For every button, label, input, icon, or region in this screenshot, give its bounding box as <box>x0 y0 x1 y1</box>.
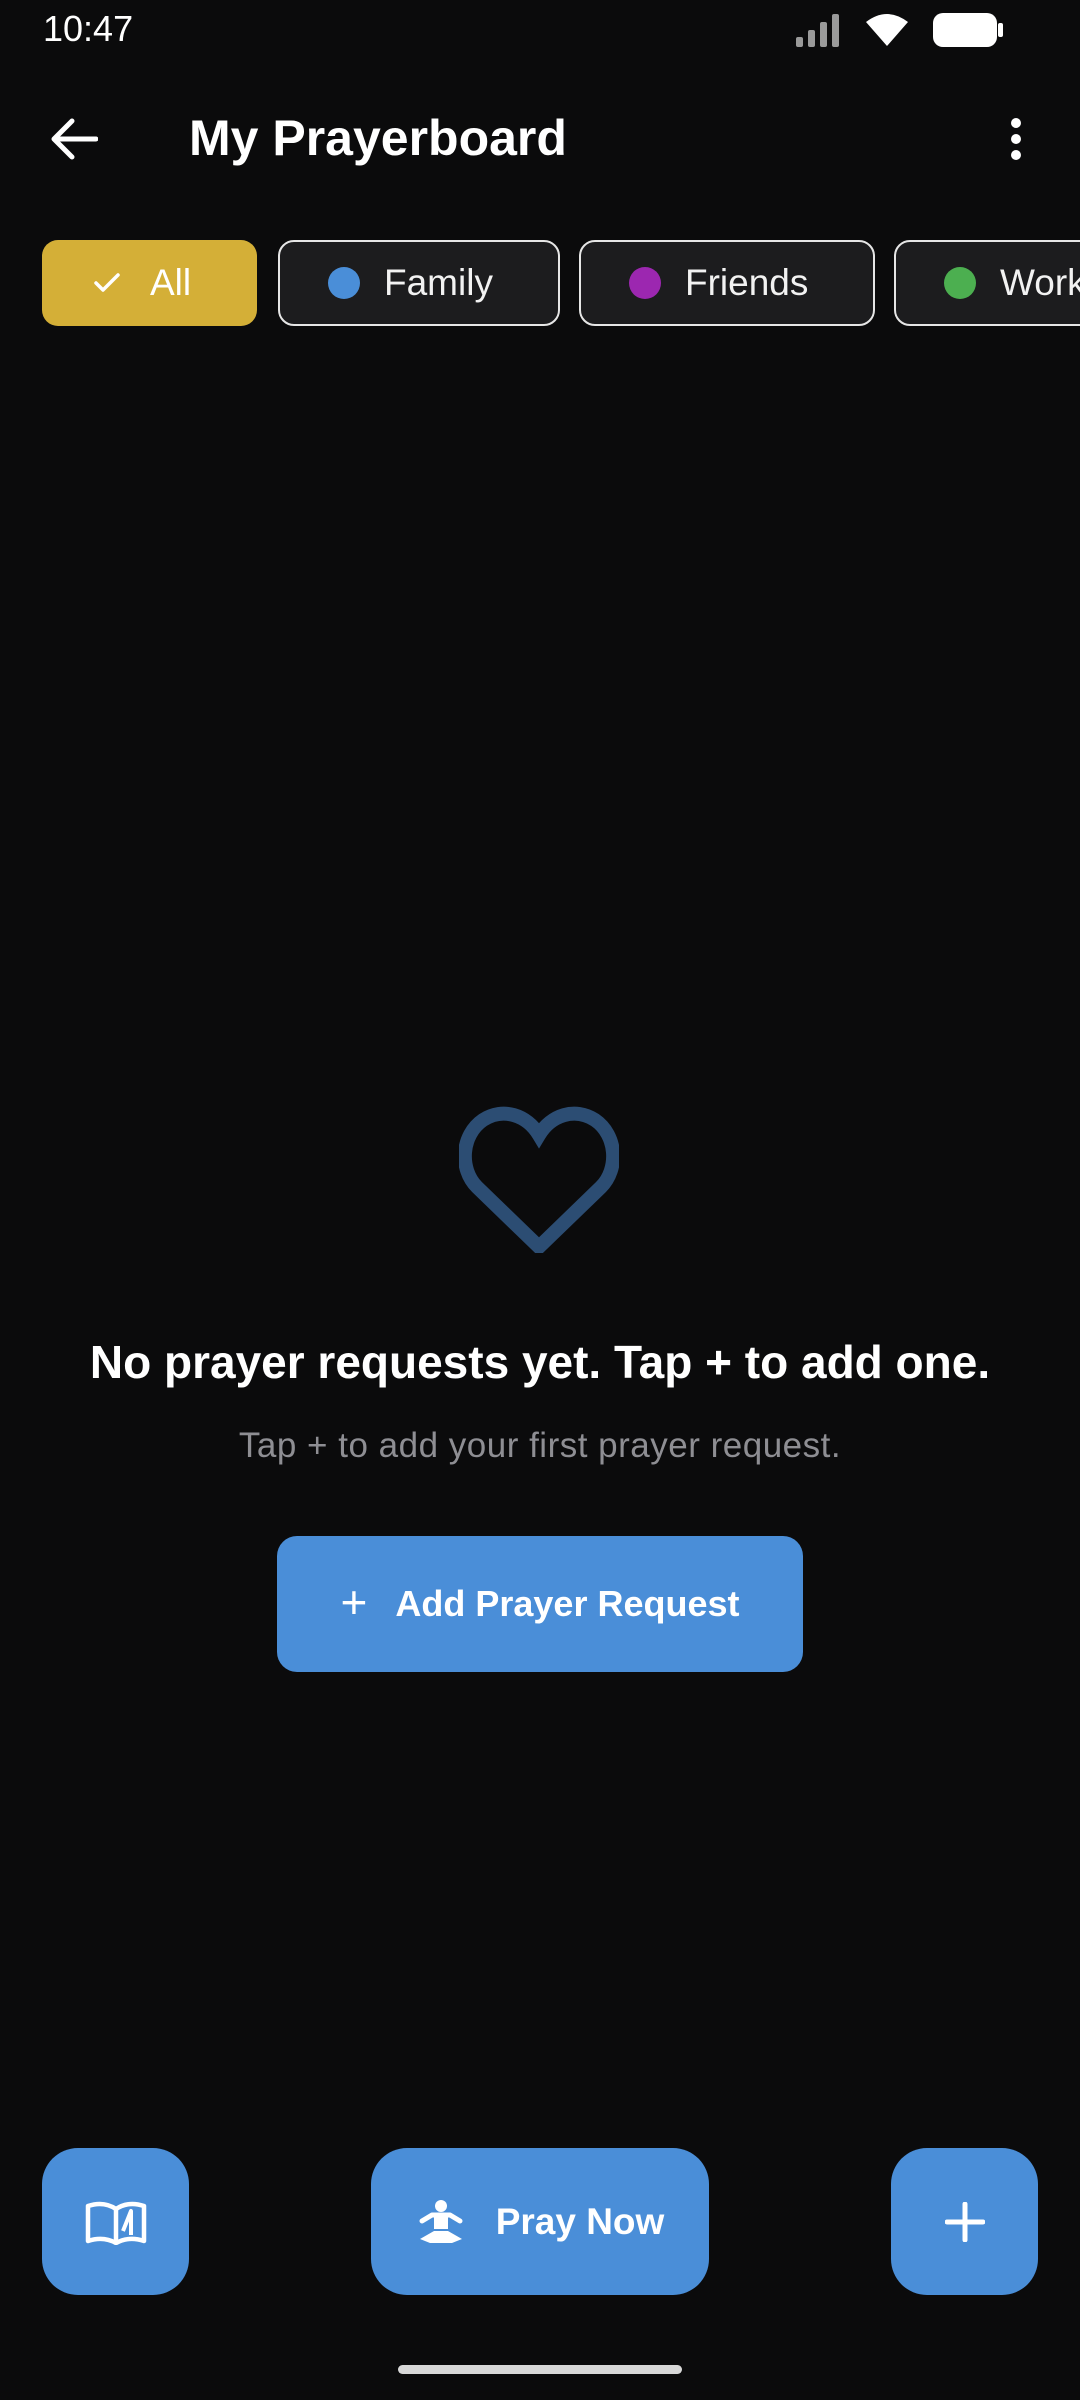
color-dot <box>944 267 976 299</box>
add-button[interactable] <box>891 2148 1038 2295</box>
wifi-icon <box>866 14 908 46</box>
status-icons <box>794 12 1004 48</box>
empty-state-subtitle: Tap + to add your first prayer request. <box>238 1426 842 1465</box>
filter-chips: All Family Friends Work <box>42 240 1080 328</box>
more-options-button[interactable] <box>992 105 1040 173</box>
plus-icon: + <box>340 1576 368 1628</box>
heart-outline-icon <box>459 1106 619 1253</box>
chip-friends[interactable]: Friends <box>579 240 875 326</box>
color-dot <box>328 267 360 299</box>
color-dot <box>629 267 661 299</box>
chip-all[interactable]: All <box>42 240 257 326</box>
bible-button[interactable] <box>42 2148 189 2295</box>
check-icon <box>94 273 120 292</box>
add-prayer-request-button[interactable]: + Add Prayer Request <box>277 1536 803 1672</box>
more-vertical-icon <box>1011 118 1021 160</box>
open-book-icon <box>85 2201 146 2245</box>
chip-work[interactable]: Work <box>894 240 1080 326</box>
status-time: 10:47 <box>43 8 134 49</box>
cellular-signal-icon <box>796 14 839 47</box>
page-title: My Prayerboard <box>189 110 567 166</box>
add-button-label: Add Prayer Request <box>395 1583 740 1624</box>
chip-family[interactable]: Family <box>278 240 560 326</box>
chip-label: Family <box>384 262 493 303</box>
empty-state-title: No prayer requests yet. Tap + to add one… <box>89 1336 991 1388</box>
meditation-icon <box>419 2199 463 2243</box>
status-bar: 10:47 <box>0 0 1080 62</box>
top-app-bar: My Prayerboard <box>0 95 1080 183</box>
plus-icon <box>944 2201 985 2242</box>
chip-label: Work <box>1000 262 1080 303</box>
back-button[interactable] <box>40 105 108 173</box>
battery-icon <box>933 13 1003 47</box>
pray-now-label: Pray Now <box>495 2200 665 2242</box>
home-indicator[interactable] <box>398 2365 682 2374</box>
pray-now-button[interactable]: Pray Now <box>371 2148 709 2295</box>
arrow-left-icon <box>51 118 98 160</box>
chip-label: All <box>150 262 192 303</box>
chip-label: Friends <box>685 262 809 303</box>
